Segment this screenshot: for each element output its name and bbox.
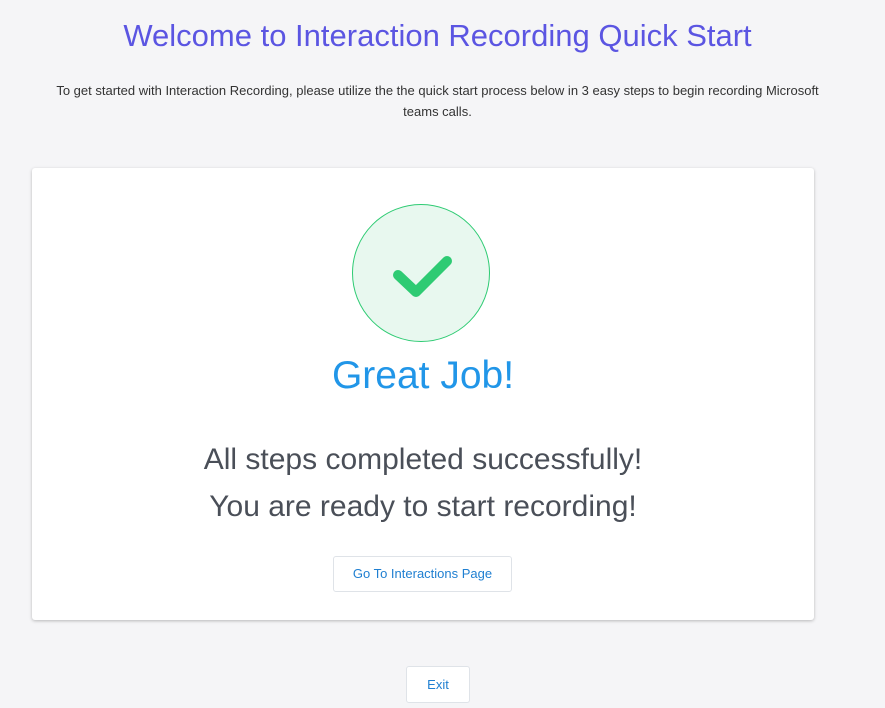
- intro-text: To get started with Interaction Recordin…: [56, 83, 819, 119]
- page-title: Welcome to Interaction Recording Quick S…: [123, 18, 752, 53]
- quick-start-page: Welcome to Interaction Recording Quick S…: [0, 0, 885, 708]
- go-to-interactions-button[interactable]: Go To Interactions Page: [333, 556, 512, 592]
- success-circle: [352, 204, 490, 342]
- completion-card: Great Job! All steps completed successfu…: [32, 168, 814, 620]
- success-message-line1: All steps completed successfully!: [203, 443, 643, 476]
- exit-button[interactable]: Exit: [406, 666, 470, 703]
- success-heading: Great Job!: [331, 354, 515, 397]
- success-message-line2: You are ready to start recording!: [209, 490, 637, 523]
- checkmark-icon: [393, 256, 452, 297]
